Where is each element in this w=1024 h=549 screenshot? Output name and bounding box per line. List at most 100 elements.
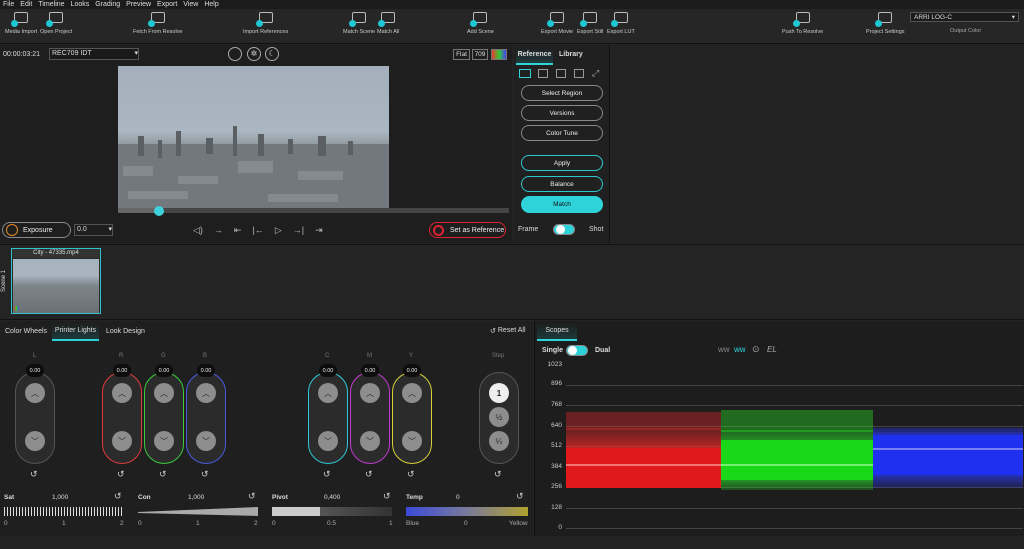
tab-reference[interactable]: Reference bbox=[516, 48, 553, 65]
r-up-button[interactable]: ︿ bbox=[112, 383, 132, 403]
exposure-value-select[interactable]: 0.0 ▾ bbox=[74, 224, 113, 236]
el-button[interactable]: EL bbox=[767, 345, 777, 354]
volume-icon[interactable]: ◁) bbox=[193, 225, 203, 236]
menu-grading[interactable]: Grading bbox=[92, 0, 123, 9]
match-button[interactable]: Match bbox=[521, 196, 603, 213]
exposure-button[interactable]: Exposure bbox=[2, 222, 71, 238]
play-icon[interactable]: ▷ bbox=[275, 225, 282, 236]
flat-button[interactable]: Flat bbox=[453, 49, 470, 60]
temp-slider[interactable] bbox=[406, 507, 528, 516]
balance-button[interactable]: Balance bbox=[521, 176, 603, 192]
reset-sat-icon[interactable]: ↺ bbox=[114, 491, 122, 502]
reset-m-icon[interactable]: ↺ bbox=[365, 469, 373, 480]
rec709-button[interactable]: 709 bbox=[472, 49, 488, 60]
tab-printer-lights[interactable]: Printer Lights bbox=[52, 323, 99, 341]
gear-icon bbox=[875, 12, 893, 27]
expand-icon[interactable]: ⤢ bbox=[592, 68, 599, 79]
export-still-button[interactable]: Export Still bbox=[577, 9, 603, 44]
clip-thumbnail[interactable]: City - 47335.mp4 bbox=[11, 248, 101, 314]
menu-timeline[interactable]: Timeline bbox=[35, 0, 67, 9]
menu-view[interactable]: View bbox=[180, 0, 201, 9]
sat-slider[interactable] bbox=[4, 507, 124, 516]
versions-button[interactable]: Versions bbox=[521, 105, 603, 121]
menu-file[interactable]: File bbox=[0, 0, 17, 9]
match-all-button[interactable]: Match All bbox=[377, 9, 399, 44]
step-quarter-button[interactable]: ¼ bbox=[489, 431, 509, 451]
reset-r-icon[interactable]: ↺ bbox=[117, 469, 125, 480]
waveform-icon[interactable]: ᴡᴡ bbox=[718, 345, 730, 354]
rgb-channel-button[interactable] bbox=[491, 49, 507, 60]
menu-looks[interactable]: Looks bbox=[68, 0, 93, 9]
export-lut-button[interactable]: Export LUT bbox=[607, 9, 635, 44]
skip-start-icon[interactable]: ⇤ bbox=[234, 225, 242, 236]
select-region-button[interactable]: Select Region bbox=[521, 85, 603, 101]
open-project-button[interactable]: Open Project bbox=[40, 9, 72, 44]
reset-step-icon[interactable]: ↺ bbox=[494, 469, 502, 480]
star-icon[interactable]: ✲ bbox=[247, 47, 261, 61]
reset-g-icon[interactable]: ↺ bbox=[159, 469, 167, 480]
reset-c-icon[interactable]: ↺ bbox=[323, 469, 331, 480]
reset-all-button[interactable]: ↺ Reset All bbox=[490, 327, 526, 335]
import-references-button[interactable]: Import References bbox=[243, 9, 288, 44]
seek-handle[interactable] bbox=[154, 206, 164, 216]
arrow-right-icon[interactable]: → bbox=[214, 225, 223, 236]
moon-icon[interactable]: ☾ bbox=[265, 47, 279, 61]
g-up-button[interactable]: ︿ bbox=[154, 383, 174, 403]
l-down-button[interactable]: ﹀ bbox=[25, 431, 45, 451]
reset-y-icon[interactable]: ↺ bbox=[407, 469, 415, 480]
single-view-icon[interactable] bbox=[519, 69, 531, 78]
vectorscope-icon[interactable]: ⊙ bbox=[752, 344, 760, 355]
m-down-button[interactable]: ﹀ bbox=[360, 431, 380, 451]
project-settings-button[interactable]: Project Settings bbox=[866, 9, 905, 44]
apply-button[interactable]: Apply bbox=[521, 155, 603, 171]
export-movie-button[interactable]: Export Movie bbox=[541, 9, 573, 44]
menu-export[interactable]: Export bbox=[154, 0, 180, 9]
seek-bar[interactable] bbox=[118, 208, 509, 213]
y-down-button[interactable]: ﹀ bbox=[402, 431, 422, 451]
y-up-button[interactable]: ︿ bbox=[402, 383, 422, 403]
b-up-button[interactable]: ︿ bbox=[196, 383, 216, 403]
skip-end-icon[interactable]: ⇥ bbox=[315, 225, 323, 236]
tab-color-wheels[interactable]: Color Wheels bbox=[5, 328, 47, 335]
single-dual-toggle[interactable] bbox=[566, 345, 588, 356]
reset-b-icon[interactable]: ↺ bbox=[201, 469, 209, 480]
c-up-button[interactable]: ︿ bbox=[318, 383, 338, 403]
con-slider[interactable] bbox=[138, 507, 258, 516]
menu-edit[interactable]: Edit bbox=[17, 0, 35, 9]
tab-scopes[interactable]: Scopes bbox=[537, 323, 577, 341]
r-down-button[interactable]: ﹀ bbox=[112, 431, 132, 451]
add-scene-button[interactable]: Add Scene bbox=[467, 9, 494, 44]
output-color-select[interactable]: ARRI LOG-C ▾ bbox=[910, 12, 1019, 22]
step-1-button[interactable]: 1 bbox=[489, 383, 509, 403]
menu-preview[interactable]: Preview bbox=[123, 0, 154, 9]
m-up-button[interactable]: ︿ bbox=[360, 383, 380, 403]
split-view-icon[interactable] bbox=[538, 69, 548, 78]
pivot-slider[interactable] bbox=[272, 507, 392, 516]
tab-look-design[interactable]: Look Design bbox=[106, 328, 145, 335]
parade-icon[interactable]: ᴡᴡ bbox=[734, 345, 746, 354]
color-tune-button[interactable]: Color Tune bbox=[521, 125, 603, 141]
menu-help[interactable]: Help bbox=[201, 0, 221, 9]
next-frame-icon[interactable]: →| bbox=[293, 225, 304, 236]
reset-l-icon[interactable]: ↺ bbox=[30, 469, 38, 480]
media-import-button[interactable]: Media Import bbox=[5, 9, 37, 44]
reset-pivot-icon[interactable]: ↺ bbox=[383, 491, 391, 502]
b-down-button[interactable]: ﹀ bbox=[196, 431, 216, 451]
reset-con-icon[interactable]: ↺ bbox=[248, 491, 256, 502]
overlay-view-icon[interactable] bbox=[556, 69, 566, 78]
l-up-button[interactable]: ︿ bbox=[25, 383, 45, 403]
prev-frame-icon[interactable]: |← bbox=[252, 225, 263, 236]
reset-temp-icon[interactable]: ↺ bbox=[516, 491, 524, 502]
tab-library[interactable]: Library bbox=[559, 48, 583, 61]
grid-view-icon[interactable] bbox=[574, 69, 584, 78]
step-half-button[interactable]: ½ bbox=[489, 407, 509, 427]
fetch-from-resolve-button[interactable]: Fetch From Resolve bbox=[133, 9, 183, 44]
g-down-button[interactable]: ﹀ bbox=[154, 431, 174, 451]
match-scene-button[interactable]: Match Scene bbox=[343, 9, 375, 44]
circle-button[interactable] bbox=[228, 47, 242, 61]
frame-shot-toggle[interactable] bbox=[553, 224, 575, 235]
idt-select[interactable]: REC709 IDT ▾ bbox=[49, 48, 139, 60]
push-to-resolve-button[interactable]: Push To Resolve bbox=[782, 9, 823, 44]
c-down-button[interactable]: ﹀ bbox=[318, 431, 338, 451]
set-as-reference-button[interactable]: Set as Reference bbox=[429, 222, 506, 238]
